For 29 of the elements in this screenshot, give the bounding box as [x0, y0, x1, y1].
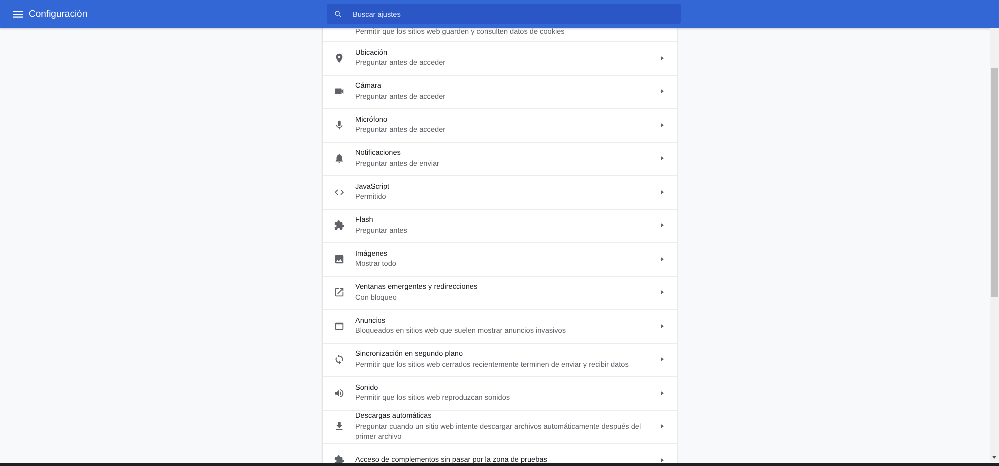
submenu-arrow-icon[interactable] [660, 458, 664, 463]
submenu-arrow-icon[interactable] [660, 424, 664, 430]
open-external-icon [334, 287, 345, 298]
submenu-arrow-icon[interactable] [660, 256, 664, 262]
bell-icon [334, 153, 345, 164]
browser-window-icon [334, 320, 345, 332]
sync-icon [334, 354, 345, 366]
microphone-icon [334, 120, 345, 131]
speaker-icon [334, 388, 345, 399]
submenu-arrow-icon[interactable] [660, 357, 664, 362]
image-icon [334, 254, 345, 265]
video-camera-icon [334, 86, 345, 98]
location-pin-icon [334, 52, 345, 64]
submenu-arrow-icon[interactable] [660, 324, 664, 329]
menu-icon[interactable] [13, 10, 23, 18]
submenu-arrow-icon[interactable] [660, 223, 664, 228]
download-icon [334, 421, 345, 432]
submenu-arrow-icon[interactable] [660, 122, 664, 128]
page-title: Configuración [29, 8, 89, 20]
search-icon [334, 10, 343, 18]
submenu-arrow-icon[interactable] [660, 190, 664, 195]
puzzle-piece-icon [334, 220, 345, 232]
submenu-arrow-icon[interactable] [660, 390, 664, 396]
submenu-arrow-icon[interactable] [660, 56, 664, 61]
scrollbar[interactable] [990, 28, 999, 462]
scroll-down-icon[interactable] [992, 456, 997, 459]
submenu-arrow-icon[interactable] [660, 89, 664, 94]
submenu-arrow-icon[interactable] [660, 156, 664, 162]
submenu-arrow-icon[interactable] [660, 290, 664, 296]
